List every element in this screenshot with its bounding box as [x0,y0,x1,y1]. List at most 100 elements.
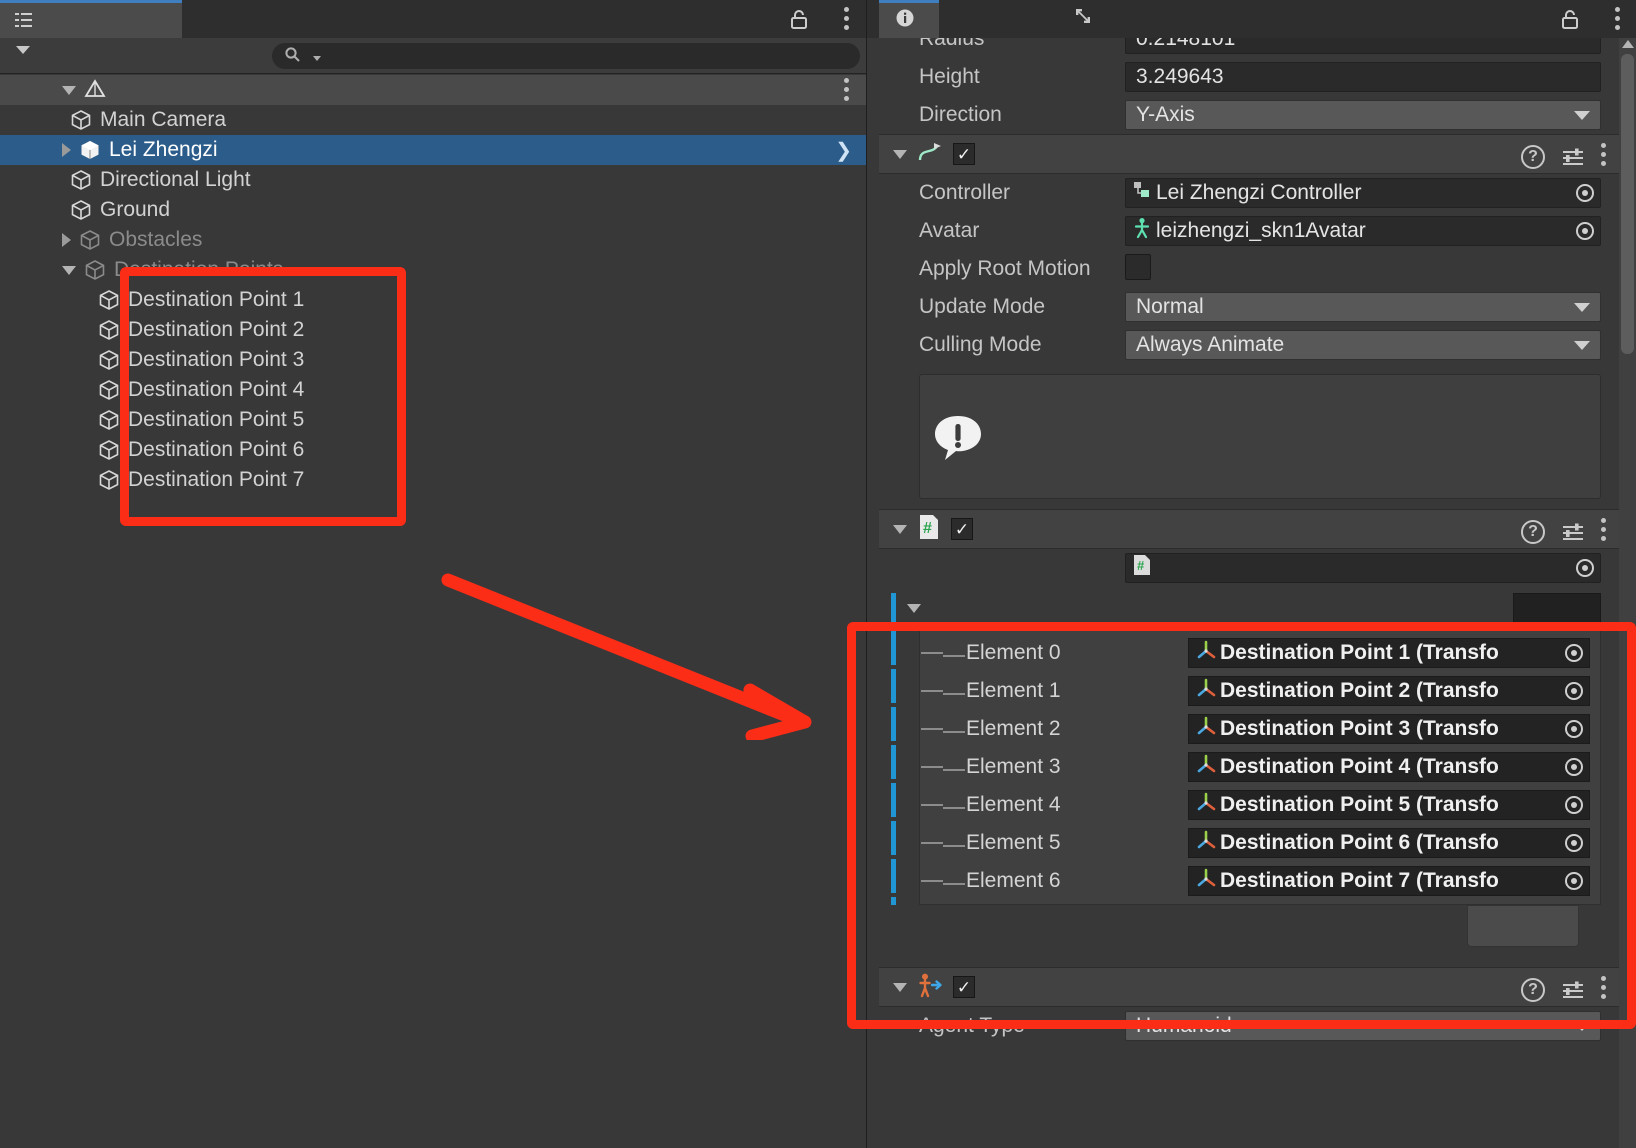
object-picker-icon[interactable] [1559,715,1589,743]
object-field-avatar[interactable]: leizhengzi_skn1Avatar [1125,216,1601,246]
object-picker-icon[interactable] [1570,554,1600,582]
hierarchy-item-destination-point-6[interactable]: Destination Point 6 [0,435,866,465]
component-header-nav-mesh-agent[interactable]: ✓ ? [879,967,1619,1007]
array-element-object-field[interactable]: Destination Point 1 (Transfo [1188,638,1590,668]
drag-handle-icon[interactable] [920,840,966,847]
hierarchy-item-obstacles[interactable]: Obstacles [0,225,866,255]
inspector-scrollbar[interactable] [1619,38,1636,1148]
chevron-right-icon[interactable] [62,143,71,157]
array-element-object-field[interactable]: Destination Point 7 (Transfo [1188,866,1590,896]
gameobject-cube-icon [98,439,120,461]
input-radius[interactable]: 0.2148101 [1125,38,1601,54]
csharp-script-icon: # [917,514,941,545]
scene-more-options-icon[interactable] [844,78,850,102]
animator-enabled-checkbox[interactable]: ✓ [953,143,975,165]
object-picker-icon[interactable] [1559,867,1589,895]
checkbox-apply-root-motion[interactable] [1125,253,1151,280]
inspector-body[interactable]: Radius 0.2148101 Height 3.249643 Direction Y-… [867,38,1636,1148]
array-element-object-field[interactable]: Destination Point 3 (Transfo [1188,714,1590,744]
help-icon[interactable]: ? [1521,144,1545,169]
object-picker-icon[interactable] [1559,677,1589,705]
hierarchy-item-destination-point-4[interactable]: Destination Point 4 [0,375,866,405]
warning-speech-icon [932,411,984,463]
object-picker-icon[interactable] [1570,179,1600,207]
hierarchy-item-destination-point-2[interactable]: Destination Point 2 [0,315,866,345]
drag-handle-icon[interactable] [920,878,966,885]
chevron-right-icon[interactable] [62,233,71,247]
chevron-down-icon[interactable] [907,603,921,613]
hierarchy-more-options-icon[interactable] [844,7,850,31]
input-height[interactable]: 3.249643 [1125,62,1601,92]
array-element-value: Destination Point 1 (Transfo [1220,641,1499,664]
object-picker-icon[interactable] [1559,829,1589,857]
tab-navigation[interactable] [1057,0,1117,38]
tab-inspector[interactable] [879,0,939,38]
scrollbar-thumb[interactable] [1621,54,1634,354]
hierarchy-item-lei-zhengzi[interactable]: Lei Zhengzi ❯ [0,135,866,165]
object-picker-icon[interactable] [1570,217,1600,245]
destination-points-array: Element 0 Destination Point 1 (Transfo Ele… [879,587,1619,957]
help-icon[interactable]: ? [1521,977,1545,1002]
preset-icon[interactable] [1561,147,1585,167]
lock-open-icon[interactable] [1559,8,1581,30]
dropdown-value: Always Animate [1136,333,1285,356]
destination-points-array-header[interactable] [879,587,1619,629]
hierarchy-scene-row[interactable] [0,75,866,105]
chevron-down-icon[interactable] [62,85,76,95]
object-picker-icon[interactable] [1559,639,1589,667]
drag-handle-icon[interactable] [920,802,966,809]
array-size-input[interactable] [1513,593,1601,623]
search-input[interactable] [272,43,860,69]
drag-handle-icon[interactable] [920,650,966,657]
object-picker-icon[interactable] [1559,791,1589,819]
dropdown-agent-type[interactable]: Humanoid [1125,1011,1601,1041]
search-filter-chevron-icon[interactable] [313,55,321,61]
array-element-object-field[interactable]: Destination Point 2 (Transfo [1188,676,1590,706]
script-object-field[interactable]: # [1125,553,1601,583]
hierarchy-item-destination-point-5[interactable]: Destination Point 5 [0,405,866,435]
component-header-enemy-navigation[interactable]: # ✓ ? [879,509,1619,549]
drag-handle-icon[interactable] [920,726,966,733]
hierarchy-item-main-camera[interactable]: Main Camera [0,105,866,135]
add-gameobject-button[interactable] [10,42,30,54]
enemy-navigation-enabled-checkbox[interactable]: ✓ [951,518,973,540]
object-field-controller[interactable]: Lei Zhengzi Controller [1125,178,1601,208]
drag-handle-icon[interactable] [920,688,966,695]
property-row-apply-root-motion: Apply Root Motion [879,250,1619,288]
enemy-navigation-more-options-icon[interactable] [1601,518,1607,545]
nav-mesh-agent-more-options-icon[interactable] [1601,976,1607,1003]
preset-icon[interactable] [1561,980,1585,1000]
array-element-object-field[interactable]: Destination Point 5 (Transfo [1188,790,1590,820]
dropdown-update-mode[interactable]: Normal [1125,292,1601,322]
drag-handle-icon[interactable] [920,764,966,771]
scroll-up-arrow-icon[interactable] [1622,40,1634,48]
array-element-object-field[interactable]: Destination Point 4 (Transfo [1188,752,1590,782]
chevron-down-icon [1574,110,1590,120]
hierarchy-item-directional-light[interactable]: Directional Light [0,165,866,195]
component-header-animator[interactable]: ✓ ? [879,134,1619,174]
inspector-more-options-icon[interactable] [1615,7,1621,31]
animator-more-options-icon[interactable] [1601,143,1607,170]
transform-icon [1195,791,1217,819]
chevron-down-icon[interactable] [893,149,907,159]
hierarchy-item-ground[interactable]: Ground [0,195,866,225]
nav-mesh-agent-enabled-checkbox[interactable]: ✓ [953,976,975,998]
object-picker-icon[interactable] [1559,753,1589,781]
hierarchy-item-destination-points[interactable]: Destination Points [0,255,866,285]
preset-icon[interactable] [1561,522,1585,542]
dropdown-culling-mode[interactable]: Always Animate [1125,330,1601,360]
chevron-down-icon[interactable] [893,524,907,534]
help-icon[interactable]: ? [1521,519,1545,544]
hierarchy-item-destination-point-7[interactable]: Destination Point 7 [0,465,866,495]
dropdown-direction[interactable]: Y-Axis [1125,100,1601,130]
select-indicator-icon[interactable]: ❯ [835,138,852,163]
lock-open-icon[interactable] [788,8,810,30]
hierarchy-item-destination-point-3[interactable]: Destination Point 3 [0,345,866,375]
unity-scene-icon [84,79,106,101]
hierarchy-item-destination-point-1[interactable]: Destination Point 1 [0,285,866,315]
chevron-down-icon[interactable] [893,982,907,992]
array-element-object-field[interactable]: Destination Point 6 (Transfo [1188,828,1590,858]
chevron-down-icon[interactable] [62,265,76,275]
array-element-label: Element 1 [966,679,1061,702]
tab-hierarchy[interactable] [0,0,182,38]
